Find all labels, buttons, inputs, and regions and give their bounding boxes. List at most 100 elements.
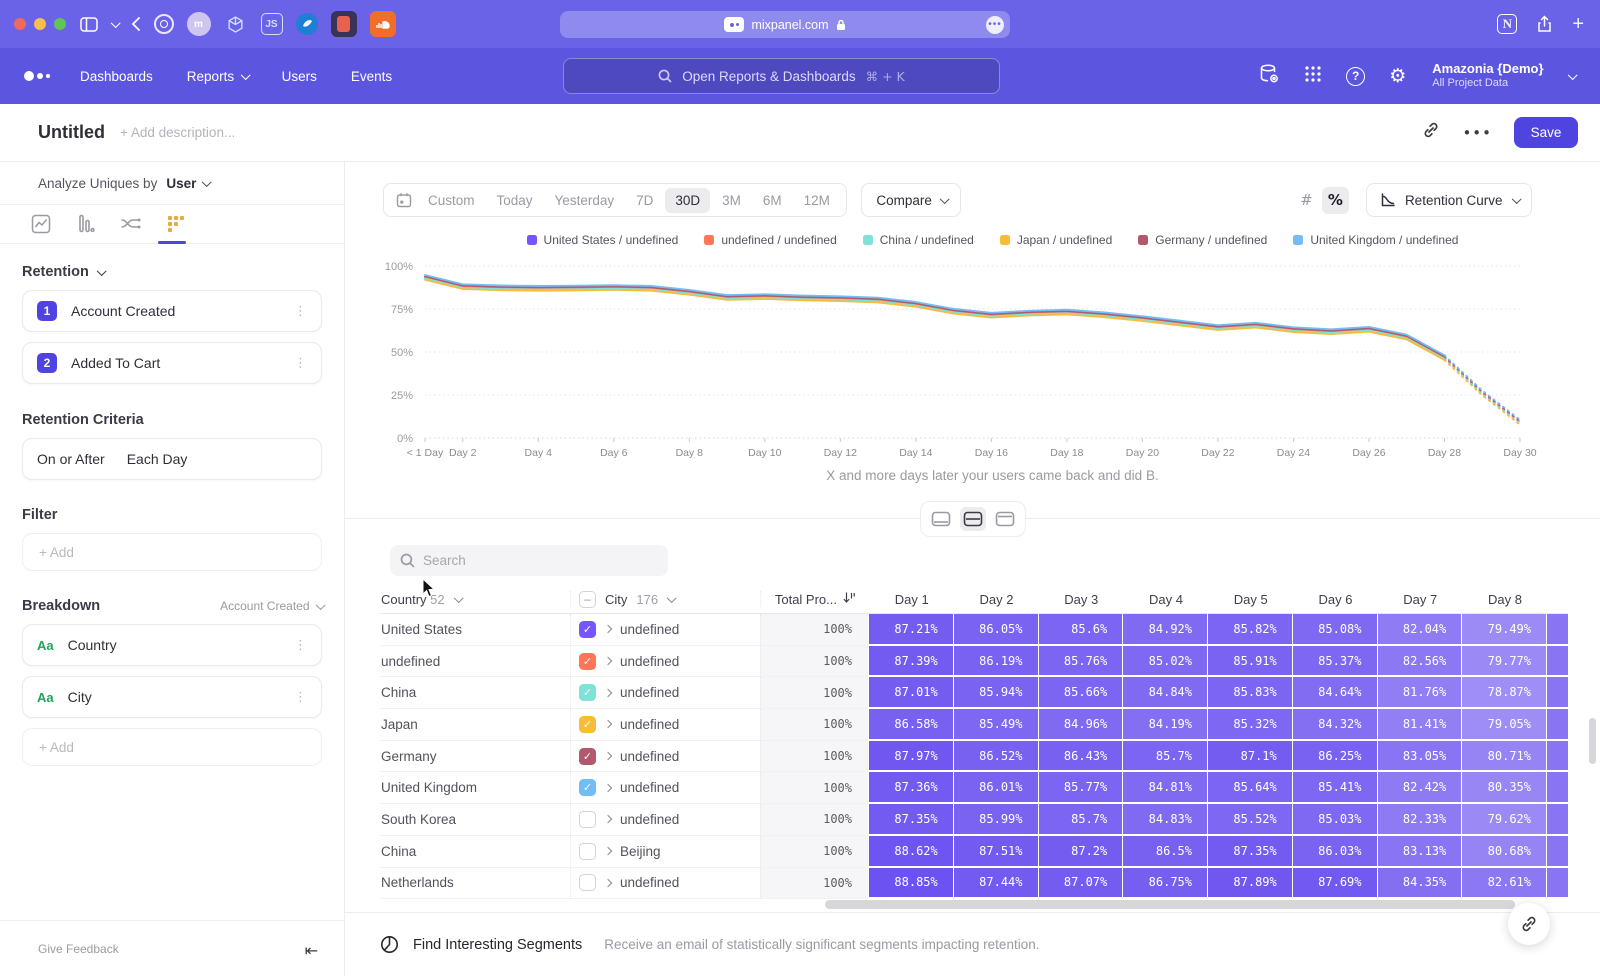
legend-item[interactable]: Japan / undefined: [1000, 233, 1112, 247]
extension-ring-icon[interactable]: [154, 14, 174, 34]
project-switcher[interactable]: Amazonia {Demo} All Project Data: [1432, 61, 1543, 91]
insights-tab[interactable]: [30, 213, 52, 235]
retention-value-cell[interactable]: 82.42%: [1377, 772, 1462, 804]
retention-value-cell[interactable]: 85.7%: [1122, 741, 1207, 773]
extension-producthunt-icon[interactable]: [331, 11, 357, 37]
retention-value-cell[interactable]: 87.44%: [953, 868, 1038, 900]
give-feedback-link[interactable]: Give Feedback: [38, 942, 119, 956]
day-column-header[interactable]: Day 1: [868, 592, 953, 607]
retention-value-cell[interactable]: 81.76%: [1377, 677, 1462, 709]
expand-row-icon[interactable]: [604, 815, 612, 823]
open-reports-search[interactable]: Open Reports & Dashboards ⌘ + K: [563, 58, 1000, 94]
date-range-yesterday[interactable]: Yesterday: [545, 188, 625, 213]
retention-value-cell[interactable]: 86.05%: [953, 614, 1038, 646]
retention-value-cell[interactable]: 87.51%: [953, 836, 1038, 868]
expand-row-icon[interactable]: [604, 688, 612, 696]
retention-value-cell[interactable]: 85.32%: [1207, 709, 1292, 741]
maximize-window-button[interactable]: [54, 18, 66, 30]
report-title[interactable]: Untitled: [38, 122, 105, 143]
retention-value-cell[interactable]: 85.6%: [1038, 614, 1123, 646]
add-description[interactable]: + Add description...: [120, 125, 235, 140]
row-country-label[interactable]: Japan: [380, 709, 570, 741]
city-select-all-checkbox[interactable]: –: [579, 591, 596, 608]
retention-value-cell[interactable]: 85.83%: [1207, 677, 1292, 709]
retention-value-cell[interactable]: 86.52%: [953, 741, 1038, 773]
copy-link-icon[interactable]: [1422, 121, 1440, 144]
total-column-header[interactable]: Total Pro...: [760, 591, 868, 607]
row-checkbox[interactable]: [579, 811, 596, 828]
row-country-label[interactable]: Germany: [380, 741, 570, 773]
day-column-header[interactable]: Day 4: [1122, 592, 1207, 607]
retention-value-cell[interactable]: 87.01%: [868, 677, 953, 709]
retention-value-cell[interactable]: 80.71%: [1461, 741, 1546, 773]
table-search-input[interactable]: [423, 553, 643, 568]
date-range-12m[interactable]: 12M: [794, 188, 840, 213]
retention-value-cell[interactable]: 87.35%: [1207, 836, 1292, 868]
retention-value-cell[interactable]: 85.37%: [1292, 646, 1377, 678]
row-checkbox[interactable]: ✓: [579, 779, 596, 796]
retention-value-cell[interactable]: 84.83%: [1122, 804, 1207, 836]
site-menu-icon[interactable]: •••: [986, 16, 1004, 34]
retention-value-cell[interactable]: 80.68%: [1461, 836, 1546, 868]
date-range-custom[interactable]: Custom: [418, 188, 485, 213]
extension-globe-icon[interactable]: [296, 13, 318, 35]
row-checkbox[interactable]: ✓: [579, 621, 596, 638]
city-column-header[interactable]: –City176: [570, 591, 760, 608]
nav-link-events[interactable]: Events: [351, 69, 392, 84]
settings-gear-icon[interactable]: ⚙: [1389, 65, 1406, 87]
legend-item[interactable]: undefined / undefined: [704, 233, 836, 247]
day-column-header[interactable]: Day 2: [953, 592, 1038, 607]
legend-item[interactable]: United Kingdom / undefined: [1293, 233, 1458, 247]
row-country-label[interactable]: China: [380, 836, 570, 868]
retention-value-cell[interactable]: 86.58%: [868, 709, 953, 741]
row-country-label[interactable]: undefined: [380, 646, 570, 678]
retention-value-cell[interactable]: 87.89%: [1207, 868, 1292, 900]
retention-value-cell[interactable]: 79.49%: [1461, 614, 1546, 646]
extension-cube-icon[interactable]: [224, 12, 248, 36]
filter-add-button[interactable]: + Add: [22, 533, 322, 571]
retention-value-cell[interactable]: 86.03%: [1292, 836, 1377, 868]
retention-step-1[interactable]: 1Account Created⋮: [22, 290, 322, 332]
retention-value-cell[interactable]: 82.56%: [1377, 646, 1462, 678]
retention-value-cell[interactable]: 86.43%: [1038, 741, 1123, 773]
retention-value-cell[interactable]: 82.33%: [1377, 804, 1462, 836]
row-country-label[interactable]: China: [380, 677, 570, 709]
retention-value-cell[interactable]: 79.77%: [1461, 646, 1546, 678]
retention-value-cell[interactable]: 80.35%: [1461, 772, 1546, 804]
expand-row-icon[interactable]: [604, 784, 612, 792]
expand-row-icon[interactable]: [604, 657, 612, 665]
breakdown-city[interactable]: AaCity⋮: [22, 676, 322, 718]
retention-curve-chart[interactable]: 0%25%50%75%100%< 1 DayDay 2Day 4Day 6Day…: [345, 252, 1600, 464]
retention-value-cell[interactable]: 85.82%: [1207, 614, 1292, 646]
expand-row-icon[interactable]: [604, 847, 612, 855]
date-range-7d[interactable]: 7D: [626, 188, 663, 213]
breakdown-scope-dropdown[interactable]: Account Created: [220, 599, 322, 613]
breakdown-kebab-icon[interactable]: ⋮: [294, 639, 307, 652]
row-checkbox[interactable]: ✓: [579, 653, 596, 670]
country-column-header[interactable]: Country 52: [380, 592, 570, 607]
mixpanel-logo[interactable]: [24, 71, 58, 81]
expand-row-icon[interactable]: [604, 625, 612, 633]
retention-value-cell[interactable]: 87.1%: [1207, 741, 1292, 773]
table-search[interactable]: [390, 545, 668, 576]
retention-value-cell[interactable]: 85.94%: [953, 677, 1038, 709]
expand-row-icon[interactable]: [604, 752, 612, 760]
retention-value-cell[interactable]: 79.05%: [1461, 709, 1546, 741]
retention-value-cell[interactable]: 86.19%: [953, 646, 1038, 678]
retention-value-cell[interactable]: 85.76%: [1038, 646, 1123, 678]
legend-item[interactable]: United States / undefined: [527, 233, 679, 247]
data-management-icon[interactable]: [1258, 63, 1280, 90]
more-options-icon[interactable]: •••: [1462, 124, 1492, 142]
retention-value-cell[interactable]: 87.36%: [868, 772, 953, 804]
nav-link-reports[interactable]: Reports: [187, 69, 248, 84]
day-column-header[interactable]: Day 3: [1038, 592, 1123, 607]
retention-value-cell[interactable]: 85.99%: [953, 804, 1038, 836]
chart-type-dropdown[interactable]: Retention Curve: [1366, 183, 1532, 217]
minimize-window-button[interactable]: [34, 18, 46, 30]
chart-and-table-icon[interactable]: [960, 507, 986, 531]
retention-value-cell[interactable]: 84.35%: [1377, 868, 1462, 900]
retention-value-cell[interactable]: 83.13%: [1377, 836, 1462, 868]
date-range-3m[interactable]: 3M: [712, 188, 751, 213]
chevron-down-icon[interactable]: [111, 21, 118, 28]
breakdown-add-button[interactable]: + Add: [22, 728, 322, 766]
